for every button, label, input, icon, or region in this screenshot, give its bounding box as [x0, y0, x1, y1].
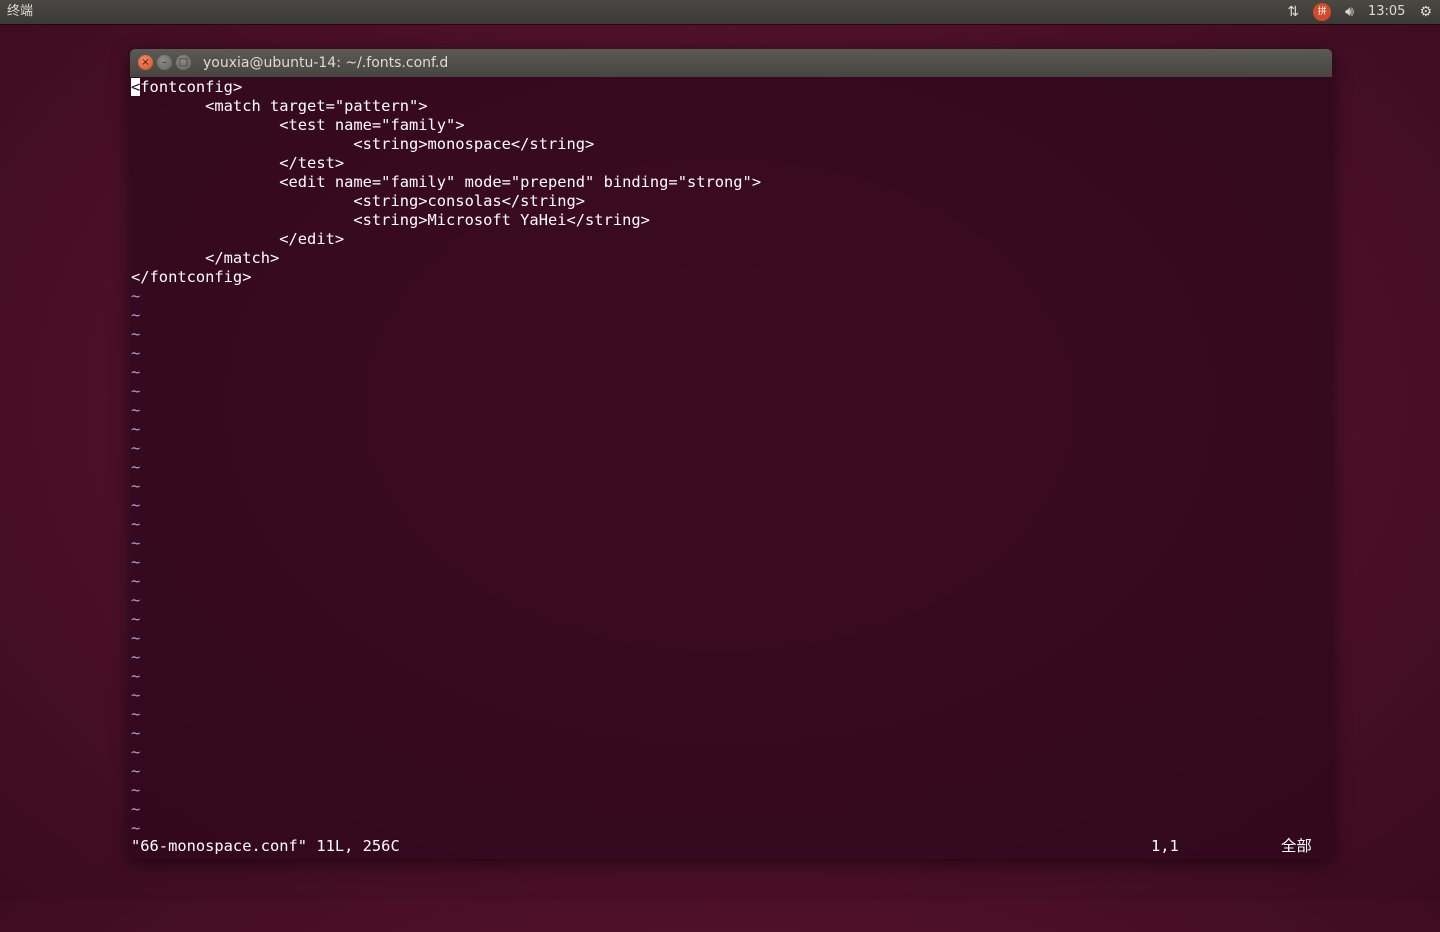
editor-line: <test name="family">	[131, 116, 465, 134]
editor-line: </match>	[131, 249, 280, 267]
empty-line-tilde: ~	[131, 648, 141, 666]
editor-line: </test>	[131, 154, 345, 172]
empty-line-tilde: ~	[131, 477, 141, 495]
empty-line-tilde: ~	[131, 705, 141, 723]
empty-line-tilde: ~	[131, 363, 141, 381]
empty-line-tilde: ~	[131, 629, 141, 647]
empty-line-tilde: ~	[131, 781, 141, 799]
empty-line-tilde: ~	[131, 610, 141, 628]
clock[interactable]: 13:05	[1368, 0, 1405, 24]
empty-line-tilde: ~	[131, 724, 141, 742]
active-app-title: 终端	[7, 4, 34, 19]
volume-icon[interactable]: 🔊︎	[1345, 0, 1354, 24]
status-cursor-position: 1,1	[1151, 837, 1179, 855]
editor-line: <string>monospace</string>	[131, 135, 595, 153]
vim-status-line: "66-monospace.conf" 11L, 256C 1,1 全部	[131, 837, 1323, 856]
top-panel: 终端 ⇅ 拼 🔊︎ 13:05 ⚙	[0, 0, 1440, 24]
empty-line-tilde: ~	[131, 344, 141, 362]
status-range: 全部	[1281, 837, 1312, 855]
input-method-icon[interactable]: 拼	[1313, 0, 1332, 24]
empty-line-tilde: ~	[131, 743, 141, 761]
empty-line-tilde: ~	[131, 534, 141, 552]
empty-line-tilde: ~	[131, 553, 141, 571]
editor-line: </fontconfig>	[131, 268, 252, 286]
empty-line-tilde: ~	[131, 515, 141, 533]
empty-line-tilde: ~	[131, 287, 141, 305]
editor-line: <string>consolas</string>	[131, 192, 586, 210]
editor-line: <edit name="family" mode="prepend" bindi…	[131, 173, 762, 191]
empty-line-tilde: ~	[131, 572, 141, 590]
ime-badge: 拼	[1313, 3, 1332, 21]
empty-line-tilde: ~	[131, 591, 141, 609]
maximize-button[interactable]: □	[176, 55, 191, 70]
editor-line: <string>Microsoft YaHei</string>	[131, 211, 650, 229]
minimize-button[interactable]: –	[157, 55, 172, 70]
terminal-window[interactable]: × – □ youxia@ubuntu-14: ~/.fonts.conf.d …	[130, 49, 1332, 859]
power-gear-icon[interactable]: ⚙	[1419, 0, 1432, 24]
empty-line-tilde: ~	[131, 382, 141, 400]
window-titlebar[interactable]: × – □ youxia@ubuntu-14: ~/.fonts.conf.d	[130, 49, 1332, 77]
editor-line-text: fontconfig>	[140, 78, 243, 96]
empty-line-tilde: ~	[131, 686, 141, 704]
text-cursor: <	[131, 78, 141, 96]
indicator-area: ⇅ 拼 🔊︎ 13:05 ⚙	[1287, 0, 1432, 24]
empty-line-tilde: ~	[131, 420, 141, 438]
empty-line-tilde: ~	[131, 667, 141, 685]
editor-line: </edit>	[131, 230, 345, 248]
empty-line-tilde: ~	[131, 496, 141, 514]
empty-line-tilde: ~	[131, 439, 141, 457]
editor-line: <match target="pattern">	[131, 97, 428, 115]
empty-line-tilde: ~	[131, 401, 141, 419]
empty-line-tilde: ~	[131, 306, 141, 324]
editor-line: <fontconfig>	[131, 78, 761, 97]
empty-line-tilde: ~	[131, 458, 141, 476]
empty-line-tilde: ~	[131, 800, 141, 818]
terminal-content[interactable]: <fontconfig> <match target="pattern"> <t…	[130, 77, 1332, 859]
editor-buffer[interactable]: <fontconfig> <match target="pattern"> <t…	[131, 78, 761, 838]
empty-line-tilde: ~	[131, 762, 141, 780]
close-button[interactable]: ×	[138, 55, 153, 70]
empty-line-tilde: ~	[131, 819, 141, 837]
empty-line-tilde: ~	[131, 325, 141, 343]
network-updown-icon[interactable]: ⇅	[1287, 0, 1299, 24]
window-title: youxia@ubuntu-14: ~/.fonts.conf.d	[203, 55, 449, 71]
status-file-info: "66-monospace.conf" 11L, 256C	[131, 837, 400, 855]
